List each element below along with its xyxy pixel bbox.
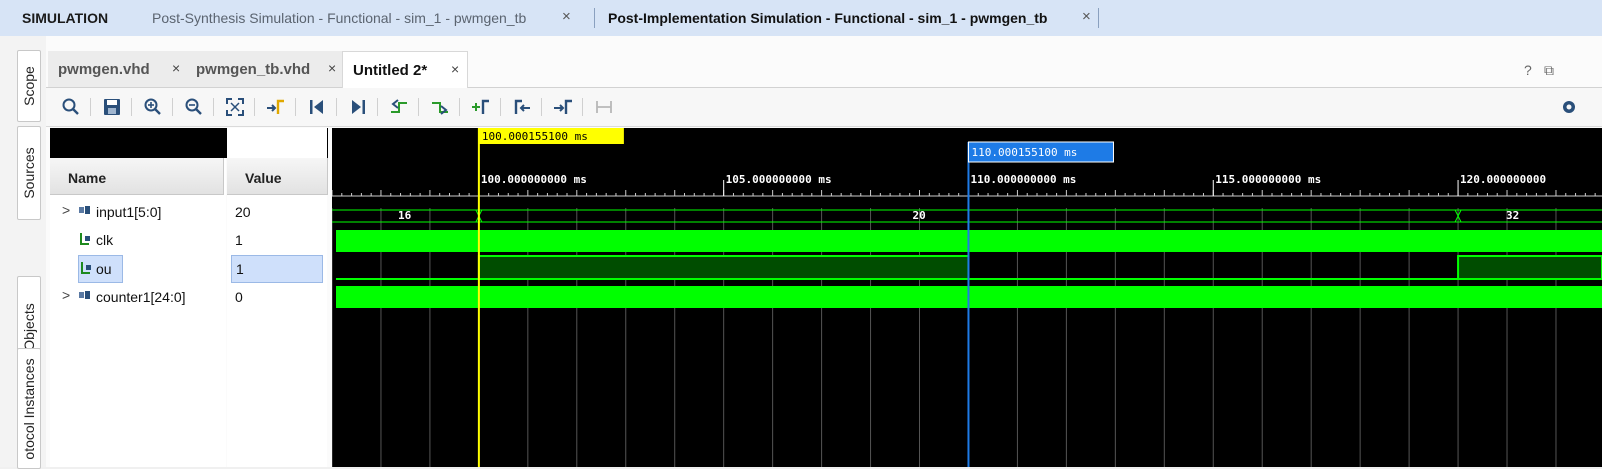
signal-row-ou[interactable]: ou	[78, 255, 123, 283]
file-tab-pwmgen-tb-vhd[interactable]: pwmgen_tb.vhd ×	[186, 51, 343, 87]
tab-post-implementation-simulation[interactable]: Post-Implementation Simulation - Functio…	[608, 10, 1047, 26]
file-tab-bar: pwmgen.vhd × pwmgen_tb.vhd × Untitled 2*…	[46, 51, 1602, 88]
file-tab-pwmgen-vhd[interactable]: pwmgen.vhd ×	[48, 51, 187, 87]
signal-row-input1[interactable]: > input1[5:0]	[50, 200, 226, 226]
toolbar-divider	[541, 98, 542, 116]
side-tab-label: Sources	[21, 147, 37, 199]
waveform-toolbar	[46, 88, 1602, 127]
swap-cursors-icon[interactable]	[593, 96, 615, 118]
toolbar-divider	[582, 98, 583, 116]
signal-name: counter1[24:0]	[96, 289, 186, 305]
bit-signal-icon	[81, 262, 91, 274]
side-tab-label: Objects	[21, 303, 37, 351]
bus-icon	[79, 291, 90, 299]
search-icon[interactable]	[60, 96, 82, 118]
add-marker-icon[interactable]	[470, 96, 492, 118]
bus-value-label: 16	[398, 209, 412, 222]
ruler-label: 110.000000000 ms	[970, 173, 1076, 186]
toolbar-divider	[418, 98, 419, 116]
toolbar-divider	[213, 98, 214, 116]
value-column-header[interactable]: Value	[227, 158, 328, 195]
side-tab-strip: Scope Sources Objects otocol Instances	[0, 36, 47, 469]
tab-post-synthesis-simulation[interactable]: Post-Synthesis Simulation - Functional -…	[152, 10, 526, 26]
toolbar-divider	[459, 98, 460, 116]
name-column-label: Name	[68, 170, 107, 186]
toolbar-divider	[254, 98, 255, 116]
signal-value: 20	[235, 204, 251, 220]
toolbar-divider	[90, 98, 91, 116]
ruler-label: 115.000000000 ms	[1215, 173, 1321, 186]
file-tab-label: Untitled 2*	[353, 62, 428, 79]
chevron-right-icon[interactable]: >	[62, 287, 70, 303]
bus-value-label: 20	[912, 209, 925, 222]
main-cursor-label: 100.000155100 ms	[482, 130, 588, 143]
help-icon[interactable]: ?	[1524, 62, 1532, 78]
tab-divider	[1098, 8, 1099, 28]
file-tab-label: pwmgen.vhd	[58, 61, 150, 78]
bit-signal-icon	[80, 233, 90, 245]
signal-row-clk[interactable]: clk	[50, 228, 226, 254]
chevron-right-icon[interactable]: >	[62, 202, 70, 218]
waveform-canvas[interactable]: 100.000000000 ms 105.000000000 ms 110.0000…	[332, 128, 1602, 467]
go-to-cursor-icon[interactable]	[265, 96, 287, 118]
toolbar-divider	[131, 98, 132, 116]
previous-marker-icon[interactable]	[511, 96, 533, 118]
save-icon[interactable]	[101, 96, 123, 118]
ruler-label: 100.000000000 ms	[481, 173, 587, 186]
previous-transition-icon[interactable]	[388, 96, 410, 118]
next-transition-icon[interactable]	[429, 96, 451, 118]
side-tab-protocol-instances[interactable]: otocol Instances	[17, 348, 41, 469]
zoom-fit-icon[interactable]	[224, 96, 246, 118]
gear-icon[interactable]	[1558, 96, 1580, 118]
zoom-in-icon[interactable]	[142, 96, 164, 118]
signal-row-counter1[interactable]: > counter1[24:0]	[50, 285, 226, 311]
side-tab-label: otocol Instances	[21, 357, 37, 460]
toolbar-divider	[377, 98, 378, 116]
selected-value-box: 1	[231, 255, 323, 283]
toolbar-divider	[172, 98, 173, 116]
signal-value: 1	[236, 261, 244, 277]
ruler-label: 105.000000000 ms	[726, 173, 832, 186]
close-icon[interactable]: ×	[451, 61, 459, 77]
file-tab-label: pwmgen_tb.vhd	[196, 61, 311, 78]
simulation-title: SIMULATION	[22, 10, 109, 26]
signal-value-panel: Value 20 1 1 0	[227, 128, 328, 467]
close-icon[interactable]: ×	[1082, 8, 1091, 25]
bus-segment	[1458, 209, 1602, 223]
signal-name-panel: Name > input1[5:0] clk ou > counter1[24:…	[50, 128, 328, 467]
side-tab-sources[interactable]: Sources	[17, 126, 41, 220]
waveform-svg: 100.000000000 ms 105.000000000 ms 110.0000…	[332, 128, 1602, 467]
bus-icon	[79, 206, 90, 214]
signal-name: input1[5:0]	[96, 204, 162, 220]
side-tab-scope[interactable]: Scope	[17, 50, 41, 122]
signal-name: ou	[96, 261, 112, 277]
side-tab-label: Scope	[21, 66, 37, 106]
secondary-cursor-label: 110.000155100 ms	[971, 146, 1077, 159]
ou-high-segment	[477, 255, 970, 280]
toolbar-divider	[500, 98, 501, 116]
value-column-label: Value	[245, 170, 282, 186]
ou-high-segment	[1457, 255, 1602, 280]
go-to-last-time-icon[interactable]	[347, 96, 369, 118]
name-column-header[interactable]: Name	[50, 158, 224, 195]
next-marker-icon[interactable]	[552, 96, 574, 118]
go-to-time-zero-icon[interactable]	[306, 96, 328, 118]
toolbar-divider	[295, 98, 296, 116]
signal-value: 0	[235, 289, 243, 305]
tab-divider	[594, 8, 595, 28]
simulation-header: SIMULATION Post-Synthesis Simulation - F…	[0, 0, 1602, 37]
signal-name: clk	[96, 232, 114, 248]
ruler-label: 120.000000000	[1460, 173, 1546, 186]
close-icon[interactable]: ×	[328, 60, 336, 76]
close-icon[interactable]: ×	[562, 8, 571, 25]
zoom-out-icon[interactable]	[183, 96, 205, 118]
close-icon[interactable]: ×	[172, 60, 180, 76]
restore-icon[interactable]: ⧉	[1544, 62, 1554, 79]
file-tab-untitled-2[interactable]: Untitled 2* ×	[342, 51, 468, 88]
bus-value-label: 32	[1506, 209, 1519, 222]
toolbar-divider	[336, 98, 337, 116]
